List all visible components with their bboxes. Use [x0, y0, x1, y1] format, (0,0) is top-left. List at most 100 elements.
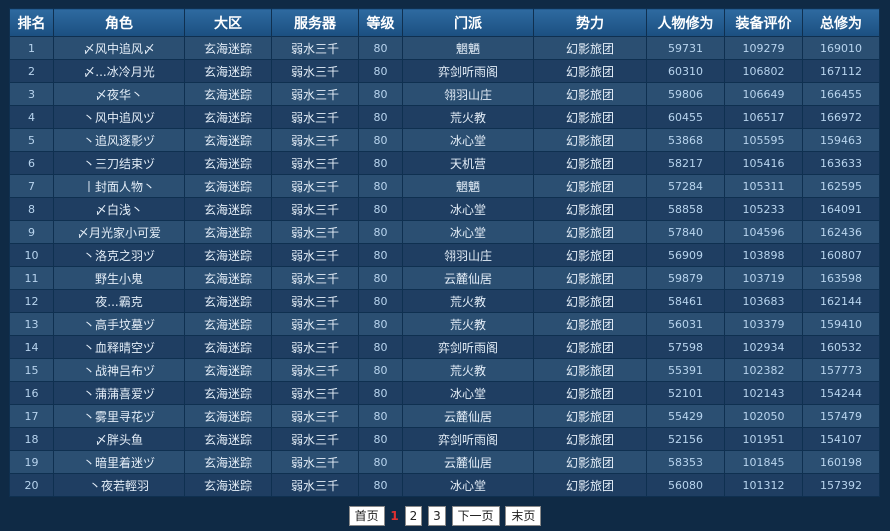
faction-cell: 幻影旅团	[533, 197, 647, 221]
faction-cell: 幻影旅团	[533, 473, 647, 497]
faction-cell: 幻影旅团	[533, 36, 647, 60]
col-header-total-cultivation: 总修为	[802, 8, 880, 37]
col-header-sect: 门派	[402, 8, 534, 37]
server-cell: 弱水三千	[271, 243, 359, 267]
table-row[interactable]: 9 〆月光家小可爱 玄海迷踪 弱水三千 80 冰心堂 幻影旅团 57840 104596 1624…	[9, 220, 880, 244]
char-cultivation-cell: 56909	[646, 243, 725, 267]
level-cell: 80	[358, 243, 403, 267]
total-cultivation-cell: 159410	[802, 312, 880, 336]
level-cell: 80	[358, 450, 403, 474]
char-cultivation-cell: 58217	[646, 151, 725, 175]
table-row[interactable]: 15 丶战神吕布ヅ 玄海迷踪 弱水三千 80 荒火教 幻影旅团 55391 102382 1577…	[9, 358, 880, 382]
col-header-server: 服务器	[271, 8, 359, 37]
equip-rating-cell: 103379	[724, 312, 803, 336]
table-row[interactable]: 18 〆胖头鱼 玄海迷踪 弱水三千 80 弈剑听雨阁 幻影旅团 52156 101951 1541…	[9, 427, 880, 451]
total-cultivation-cell: 160532	[802, 335, 880, 359]
rank-cell: 16	[9, 381, 54, 405]
table-row[interactable]: 7 丨封面人物丶 玄海迷踪 弱水三千 80 魍魉 幻影旅团 57284 105311 162595	[9, 174, 880, 198]
level-cell: 80	[358, 473, 403, 497]
region-cell: 玄海迷踪	[184, 335, 272, 359]
region-cell: 玄海迷踪	[184, 82, 272, 106]
faction-cell: 幻影旅团	[533, 404, 647, 428]
rank-cell: 20	[9, 473, 54, 497]
char-cultivation-cell: 58353	[646, 450, 725, 474]
table-row[interactable]: 1 〆风中追风〆 玄海迷踪 弱水三千 80 魍魉 幻影旅团 59731 109279 169010	[9, 36, 880, 60]
total-cultivation-cell: 154244	[802, 381, 880, 405]
role-cell: 〆白浅丶	[53, 197, 185, 221]
role-cell: 丶夜若輕羽	[53, 473, 185, 497]
role-cell: 〆月光家小可爱	[53, 220, 185, 244]
table-row[interactable]: 11 野生小鬼 玄海迷踪 弱水三千 80 云麓仙居 幻影旅团 59879 103719 16359…	[9, 266, 880, 290]
table-row[interactable]: 14 丶血释晴空ヅ 玄海迷踪 弱水三千 80 弈剑听雨阁 幻影旅团 57598 102934 16…	[9, 335, 880, 359]
sect-cell: 云麓仙居	[402, 450, 534, 474]
server-cell: 弱水三千	[271, 197, 359, 221]
first-page-button[interactable]: 首页	[348, 506, 385, 526]
sect-cell: 云麓仙居	[402, 404, 534, 428]
rank-cell: 14	[9, 335, 54, 359]
table-row[interactable]: 2 〆...冰冷月光 玄海迷踪 弱水三千 80 弈剑听雨阁 幻影旅团 60310 106802 1…	[9, 59, 880, 83]
char-cultivation-cell: 52156	[646, 427, 725, 451]
sect-cell: 魍魉	[402, 174, 534, 198]
level-cell: 80	[358, 82, 403, 106]
table-row[interactable]: 3 〆夜华丶 玄海迷踪 弱水三千 80 翎羽山庄 幻影旅团 59806 106649 166455	[9, 82, 880, 106]
page-3-button[interactable]: 3	[428, 506, 446, 526]
char-cultivation-cell: 60310	[646, 59, 725, 83]
sect-cell: 云麓仙居	[402, 266, 534, 290]
region-cell: 玄海迷踪	[184, 427, 272, 451]
role-cell: 丶血释晴空ヅ	[53, 335, 185, 359]
total-cultivation-cell: 162436	[802, 220, 880, 244]
table-row[interactable]: 17 丶雾里寻花ヅ 玄海迷踪 弱水三千 80 云麓仙居 幻影旅团 55429 102050 157…	[9, 404, 880, 428]
role-cell: 〆夜华丶	[53, 82, 185, 106]
total-cultivation-cell: 166455	[802, 82, 880, 106]
col-header-faction: 势力	[533, 8, 647, 37]
table-row[interactable]: 20 丶夜若輕羽 玄海迷踪 弱水三千 80 冰心堂 幻影旅团 56080 101312 15739…	[9, 473, 880, 497]
region-cell: 玄海迷踪	[184, 220, 272, 244]
level-cell: 80	[358, 312, 403, 336]
region-cell: 玄海迷踪	[184, 174, 272, 198]
col-header-level: 等级	[358, 8, 403, 37]
sect-cell: 冰心堂	[402, 473, 534, 497]
equip-rating-cell: 101312	[724, 473, 803, 497]
table-row[interactable]: 6 丶三刀结束ヅ 玄海迷踪 弱水三千 80 天机营 幻影旅团 58217 105416 16363…	[9, 151, 880, 175]
last-page-button[interactable]: 末页	[505, 506, 542, 526]
rank-cell: 8	[9, 197, 54, 221]
table-header-row: 排名 角色 大区 服务器 等级 门派 势力 人物修为 装备评价 总修为	[9, 8, 880, 37]
page-2-button[interactable]: 2	[404, 506, 423, 526]
region-cell: 玄海迷踪	[184, 450, 272, 474]
sect-cell: 天机营	[402, 151, 534, 175]
faction-cell: 幻影旅团	[533, 312, 647, 336]
server-cell: 弱水三千	[271, 151, 359, 175]
sect-cell: 魍魉	[402, 36, 534, 60]
table-row[interactable]: 19 丶暗里着迷ヅ 玄海迷踪 弱水三千 80 云麓仙居 幻影旅团 58353 101845 160…	[9, 450, 880, 474]
table-row[interactable]: 16 丶蒲蒲喜爱ヅ 玄海迷踪 弱水三千 80 冰心堂 幻影旅团 52101 102143 1542…	[9, 381, 880, 405]
table-row[interactable]: 13 丶高手坟墓ヅ 玄海迷踪 弱水三千 80 荒火教 幻影旅团 56031 103379 1594…	[9, 312, 880, 336]
faction-cell: 幻影旅团	[533, 358, 647, 382]
equip-rating-cell: 102143	[724, 381, 803, 405]
region-cell: 玄海迷踪	[184, 358, 272, 382]
char-cultivation-cell: 52101	[646, 381, 725, 405]
level-cell: 80	[358, 358, 403, 382]
rank-cell: 15	[9, 358, 54, 382]
sect-cell: 荒火教	[402, 312, 534, 336]
next-page-button[interactable]: 下一页	[451, 506, 500, 526]
table-row[interactable]: 4 丶风中追风ヅ 玄海迷踪 弱水三千 80 荒火教 幻影旅团 60455 106517 16697…	[9, 105, 880, 129]
total-cultivation-cell: 160807	[802, 243, 880, 267]
table-row[interactable]: 8 〆白浅丶 玄海迷踪 弱水三千 80 冰心堂 幻影旅团 58858 105233 164091	[9, 197, 880, 221]
faction-cell: 幻影旅团	[533, 427, 647, 451]
char-cultivation-cell: 55391	[646, 358, 725, 382]
equip-rating-cell: 103898	[724, 243, 803, 267]
total-cultivation-cell: 157479	[802, 404, 880, 428]
table-row[interactable]: 10 丶洛克之羽ヅ 玄海迷踪 弱水三千 80 翎羽山庄 幻影旅团 56909 103898 160…	[9, 243, 880, 267]
ranking-table-body: 1 〆风中追风〆 玄海迷踪 弱水三千 80 魍魉 幻影旅团 59731 109279 169010…	[9, 36, 880, 497]
level-cell: 80	[358, 174, 403, 198]
equip-rating-cell: 102934	[724, 335, 803, 359]
total-cultivation-cell: 159463	[802, 128, 880, 152]
table-row[interactable]: 5 丶追风逐影ヅ 玄海迷踪 弱水三千 80 冰心堂 幻影旅团 53868 105595 15946…	[9, 128, 880, 152]
level-cell: 80	[358, 266, 403, 290]
table-row[interactable]: 12 夜...霸克 玄海迷踪 弱水三千 80 荒火教 幻影旅团 58461 103683 1621…	[9, 289, 880, 313]
equip-rating-cell: 105595	[724, 128, 803, 152]
sect-cell: 冰心堂	[402, 128, 534, 152]
role-cell: 丶暗里着迷ヅ	[53, 450, 185, 474]
faction-cell: 幻影旅团	[533, 174, 647, 198]
level-cell: 80	[358, 404, 403, 428]
